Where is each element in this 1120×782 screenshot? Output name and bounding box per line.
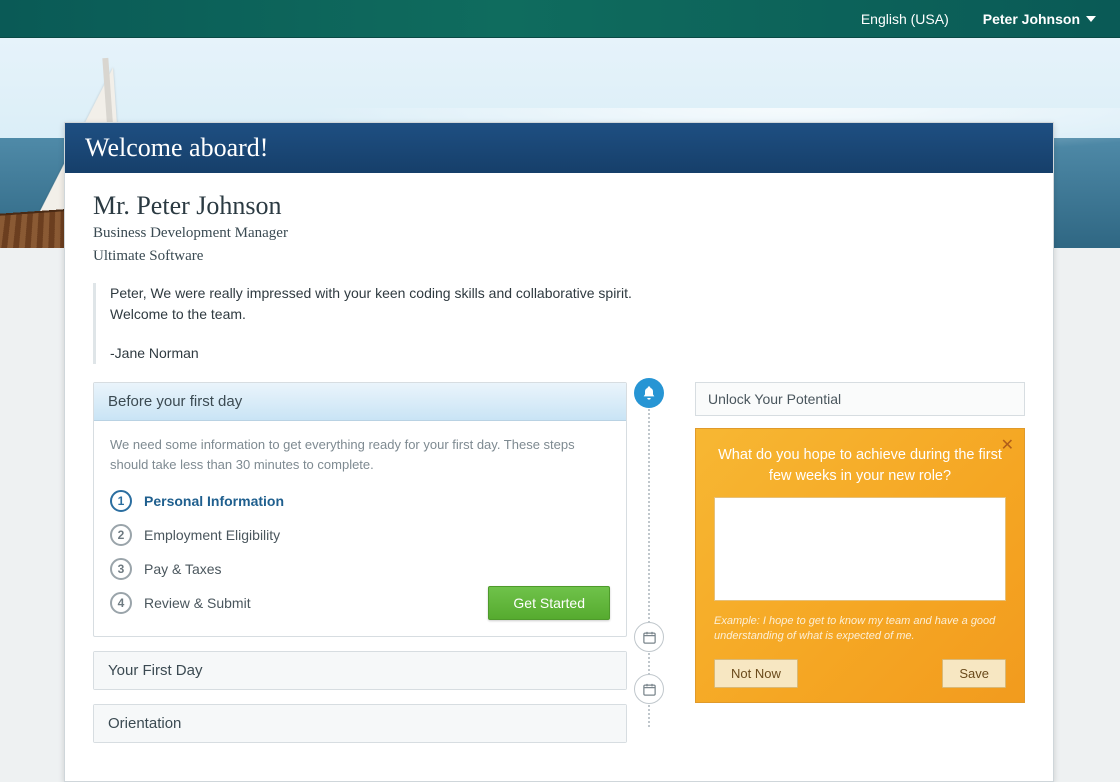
section-your-first-day[interactable]: Your First Day [93,651,627,690]
potential-hint: Example: I hope to get to know my team a… [714,614,1006,645]
before-description: We need some information to get everythi… [110,435,610,474]
card-banner: Welcome aboard! [65,123,1053,173]
milestone-track [627,382,671,757]
close-icon: ✕ [1001,437,1014,454]
section-header-before-label: Before your first day [108,393,242,410]
welcome-author: -Jane Norman [110,343,653,364]
banner-title: Welcome aboard! [85,133,268,162]
step-label: Employment Eligibility [144,527,280,543]
save-button[interactable]: Save [942,659,1006,688]
step-label: Review & Submit [144,595,251,611]
step-number: 4 [110,592,132,614]
get-started-button[interactable]: Get Started [488,586,610,620]
step-employment-eligibility[interactable]: 2 Employment Eligibility [110,518,610,552]
potential-question: What do you hope to achieve during the f… [714,445,1006,497]
step-label: Personal Information [144,493,284,509]
welcome-message: Peter, We were really impressed with you… [93,283,653,364]
user-name: Peter Johnson [983,11,1080,27]
step-pay-taxes[interactable]: 3 Pay & Taxes [110,552,610,586]
section-header-first-day-label: Your First Day [108,662,202,679]
potential-answer-input[interactable] [714,497,1006,601]
close-button[interactable]: ✕ [1001,435,1014,455]
calendar-icon [634,674,664,704]
section-header-orientation: Orientation [94,705,626,742]
step-number: 3 [110,558,132,580]
unlock-potential-header-label: Unlock Your Potential [708,391,841,407]
welcome-card: Welcome aboard! Mr. Peter Johnson Busine… [64,122,1054,782]
employee-name: Mr. Peter Johnson [93,191,1025,221]
potential-widget: ✕ What do you hope to achieve during the… [695,428,1025,703]
employee-company: Ultimate Software [93,248,1025,265]
caret-down-icon [1086,16,1096,22]
welcome-line-1: Peter, We were really impressed with you… [110,283,653,304]
not-now-button[interactable]: Not Now [714,659,798,688]
language-label: English (USA) [861,11,949,27]
section-header-before: Before your first day [94,383,626,421]
section-before-first-day: Before your first day We need some infor… [93,382,627,637]
step-number: 1 [110,490,132,512]
user-menu[interactable]: Peter Johnson [983,11,1096,27]
section-header-orientation-label: Orientation [108,715,181,732]
step-number: 2 [110,524,132,546]
step-personal-information[interactable]: 1 Personal Information [110,484,610,518]
section-header-first-day: Your First Day [94,652,626,689]
top-bar: English (USA) Peter Johnson [0,0,1120,38]
language-selector[interactable]: English (USA) [861,11,949,27]
unlock-potential-header: Unlock Your Potential [695,382,1025,416]
welcome-line-2: Welcome to the team. [110,304,653,325]
step-label: Pay & Taxes [144,561,222,577]
employee-title: Business Development Manager [93,225,1025,242]
bell-icon [634,378,664,408]
section-orientation[interactable]: Orientation [93,704,627,743]
calendar-icon [634,622,664,652]
